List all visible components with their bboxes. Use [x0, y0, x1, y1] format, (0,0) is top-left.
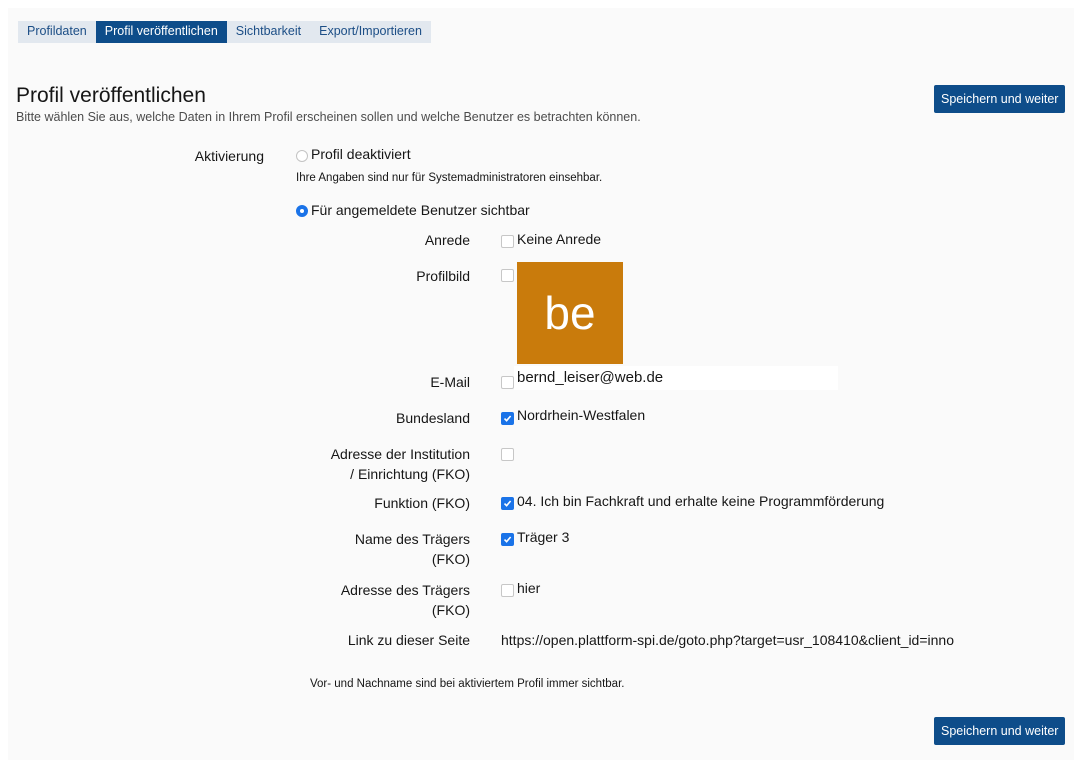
- profile-disabled-help: Ihre Angaben sind nur für Systemadminist…: [296, 172, 603, 184]
- anrede-checkbox[interactable]: [501, 235, 514, 248]
- page-description: Bitte wählen Sie aus, welche Daten in Ih…: [16, 110, 641, 124]
- page-title: Profil veröffentlichen: [16, 84, 206, 107]
- adresse-traeger-label-line1: Adresse des Trägers: [340, 582, 470, 598]
- avatar: be: [517, 262, 623, 364]
- name-traeger-label: Name des Trägers (FKO): [270, 529, 470, 569]
- radio-visible-logged-in[interactable]: [296, 205, 308, 217]
- email-checkbox[interactable]: [501, 376, 514, 389]
- bundesland-checkbox[interactable]: [501, 412, 514, 425]
- adresse-traeger-label: Adresse des Trägers (FKO): [270, 580, 470, 620]
- tab-sichtbarkeit[interactable]: Sichtbarkeit: [227, 21, 310, 43]
- save-button-bottom[interactable]: Speichern und weiter: [934, 717, 1066, 745]
- tab-export-importieren[interactable]: Export/Importieren: [310, 21, 431, 43]
- adresse-institution-label-line2: / Einrichtung (FKO): [350, 466, 470, 482]
- funktion-value: 04. Ich bin Fachkraft und erhalte keine …: [517, 493, 885, 509]
- email-label: E-Mail: [430, 374, 470, 390]
- activation-label: Aktivierung: [194, 148, 264, 164]
- bundesland-label: Bundesland: [396, 410, 470, 426]
- radio-profile-disabled-label: Profil deaktiviert: [311, 146, 411, 162]
- name-traeger-label-line2: (FKO): [431, 551, 470, 567]
- radio-profile-disabled[interactable]: [296, 150, 308, 162]
- name-traeger-checkbox[interactable]: [501, 533, 514, 546]
- adresse-traeger-value: hier: [517, 580, 541, 596]
- check-icon: [503, 536, 512, 543]
- check-icon: [503, 415, 512, 422]
- radio-visible-logged-in-label: Für angemeldete Benutzer sichtbar: [311, 202, 530, 218]
- profilbild-label: Profilbild: [416, 268, 470, 284]
- anrede-label: Anrede: [424, 232, 470, 248]
- adresse-institution-checkbox[interactable]: [501, 448, 514, 461]
- profilbild-checkbox[interactable]: [501, 269, 514, 282]
- bundesland-value: Nordrhein-Westfalen: [517, 407, 646, 423]
- email-value: bernd_leiser@web.de: [517, 369, 664, 386]
- adresse-traeger-checkbox[interactable]: [501, 584, 514, 597]
- anrede-value: Keine Anrede: [517, 231, 602, 247]
- tab-bar: Profildaten Profil veröffentlichen Sicht…: [18, 21, 431, 43]
- footer-note: Vor- und Nachname sind bei aktiviertem P…: [310, 678, 625, 690]
- profile-link[interactable]: https://open.plattform-spi.de/goto.php?t…: [501, 630, 954, 650]
- name-traeger-label-line1: Name des Trägers: [354, 531, 470, 547]
- adresse-traeger-label-line2: (FKO): [431, 602, 470, 618]
- funktion-checkbox[interactable]: [501, 497, 514, 510]
- adresse-institution-label-line1: Adresse der Institution: [330, 446, 470, 462]
- adresse-institution-label: Adresse der Institution / Einrichtung (F…: [270, 444, 470, 484]
- check-icon: [503, 500, 512, 507]
- tab-profil-veroeffentlichen[interactable]: Profil veröffentlichen: [95, 21, 227, 43]
- save-button-top[interactable]: Speichern und weiter: [934, 85, 1066, 113]
- link-label: Link zu dieser Seite: [347, 632, 470, 648]
- name-traeger-value: Träger 3: [517, 529, 570, 545]
- tab-profildaten[interactable]: Profildaten: [18, 21, 96, 43]
- funktion-label: Funktion (FKO): [374, 495, 470, 511]
